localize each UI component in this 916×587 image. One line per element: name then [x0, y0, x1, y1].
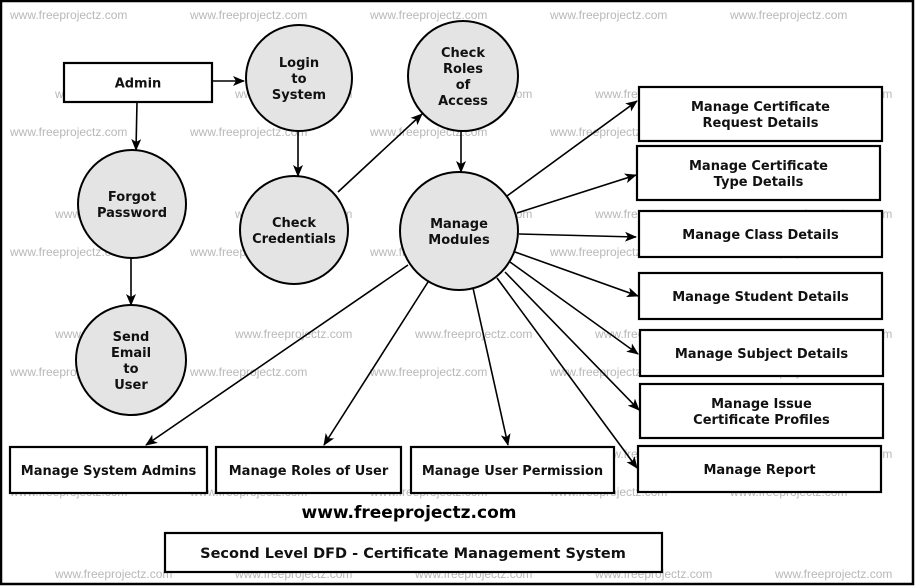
report-label: Manage Report — [703, 463, 815, 478]
login-label: Login — [279, 56, 319, 71]
process-forgot: ForgotPassword — [77, 149, 187, 259]
forgot-label: Forgot — [108, 190, 156, 205]
cert-request-label: Manage Certificate — [691, 100, 830, 115]
forgot-label: Password — [97, 206, 167, 221]
watermark-text: www.freeprojectz.com — [729, 8, 847, 22]
send-email-label: User — [114, 378, 148, 393]
class-label: Manage Class Details — [682, 228, 839, 243]
store-user-perm: Manage User Permission — [409, 445, 616, 495]
subject-label: Manage Subject Details — [675, 347, 849, 362]
issue-cert-label: Certificate Profiles — [693, 413, 830, 428]
watermark-text: www.freeprojectz.com — [234, 327, 352, 341]
diagram-title: Second Level DFD - Certificate Managemen… — [200, 546, 626, 562]
store-class: Manage Class Details — [637, 209, 884, 259]
watermark-text: www.freeprojectz.com — [9, 125, 127, 139]
user-perm-label: Manage User Permission — [422, 464, 603, 479]
flow-arrow-admin-to-forgot — [131, 101, 142, 151]
login-label: to — [291, 72, 306, 87]
check-roles-label: of — [456, 78, 471, 93]
check-roles-label: Roles — [443, 62, 483, 77]
website-label: www.freeprojectz.com — [302, 503, 517, 523]
sys-admins-label: Manage System Admins — [21, 464, 197, 479]
watermark-text: www.freeprojectz.com — [774, 567, 892, 581]
store-sys-admins: Manage System Admins — [8, 445, 209, 495]
manage-modules-label: Manage — [430, 217, 488, 232]
roles-user-label: Manage Roles of User — [229, 464, 389, 479]
watermark-text: www.freeprojectz.com — [369, 365, 487, 379]
check-roles-label: Access — [438, 94, 488, 109]
send-email-label: Send — [113, 330, 150, 345]
process-check-cred: CheckCredentials — [239, 175, 349, 285]
student-label: Manage Student Details — [672, 290, 849, 305]
store-issue-cert: Manage IssueCertificate Profiles — [638, 382, 885, 440]
admin-label: Admin — [115, 77, 162, 92]
login-label: System — [272, 88, 326, 103]
process-login: LogintoSystem — [245, 24, 353, 132]
watermark-text: www.freeprojectz.com — [414, 327, 532, 341]
store-subject: Manage Subject Details — [638, 328, 885, 378]
send-email-label: Email — [111, 346, 151, 361]
process-manage-modules: ManageModules — [399, 171, 519, 291]
check-roles-label: Check — [441, 46, 485, 61]
dfd-diagram: www.freeprojectz.com www.freeprojectz.com… — [0, 0, 915, 586]
process-send-email: SendEmailtoUser — [75, 304, 187, 416]
cert-request-label: Request Details — [703, 116, 819, 131]
issue-cert-label: Manage Issue — [711, 397, 812, 412]
watermark-text: www.freeprojectz.com — [54, 567, 172, 581]
cert-type-label: Type Details — [714, 175, 804, 190]
store-report: Manage Report — [636, 444, 883, 494]
manage-modules-label: Modules — [428, 233, 490, 248]
process-check-roles: CheckRolesofAccess — [407, 20, 519, 132]
store-roles-user: Manage Roles of User — [214, 445, 403, 495]
check-cred-label: Check — [272, 216, 316, 231]
send-email-label: to — [123, 362, 138, 377]
watermark-text: www.freeprojectz.com — [369, 8, 487, 22]
store-student: Manage Student Details — [637, 271, 884, 321]
store-cert-request: Manage CertificateRequest Details — [637, 85, 884, 143]
cert-type-label: Manage Certificate — [689, 159, 828, 174]
store-cert-type: Manage CertificateType Details — [635, 144, 882, 202]
watermark-text: www.freeprojectz.com — [549, 8, 667, 22]
check-cred-label: Credentials — [252, 232, 336, 247]
entity-admin: Admin — [62, 61, 214, 104]
watermark-text: www.freeprojectz.com — [189, 365, 307, 379]
watermark-text: www.freeprojectz.com — [189, 8, 307, 22]
watermark-text: www.freeprojectz.com — [9, 8, 127, 22]
